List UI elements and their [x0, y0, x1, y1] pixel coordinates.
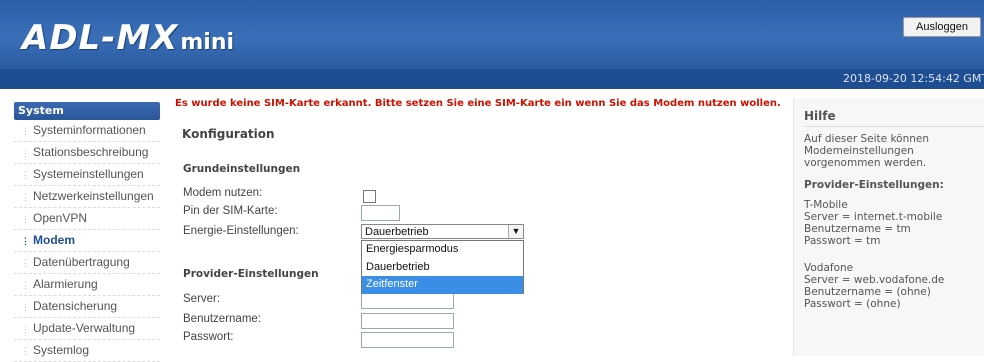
help-panel: Hilfe Auf dieser Seite können Modemeinst…	[793, 98, 984, 356]
bullet-icon: ⋮	[21, 324, 30, 334]
app-header: ADL-MXmini Ausloggen	[0, 0, 984, 69]
adl-mx-logo: ADL-MXmini	[22, 18, 234, 63]
main-content: Es wurde keine SIM-Karte erkannt. Bitte …	[175, 98, 781, 348]
sidebar-item-label: Systemeinstellungen	[33, 167, 144, 181]
sidebar-item-systemeinstellungen[interactable]: ⋮ Systemeinstellungen	[14, 164, 160, 186]
help-line: Server = internet.t-mobile	[804, 211, 943, 223]
energy-settings-select[interactable]: Dauerbetrieb ▼	[361, 224, 524, 239]
bullet-icon: ⋮	[21, 148, 30, 158]
sidebar-item-label: Modem	[33, 233, 75, 247]
help-intro: Auf dieser Seite können Modemeinstellung…	[804, 133, 930, 169]
sidebar-title: System	[14, 102, 160, 120]
bullet-icon: ⋮	[21, 258, 30, 268]
bullet-icon: ⋮	[21, 346, 30, 356]
datetime-display: 2018-09-20 12:54:42 GMT-1	[842, 72, 984, 85]
sidebar-item-stationsbeschreibung[interactable]: ⋮ Stationsbeschreibung	[14, 142, 160, 164]
sidebar-item-label: Datenübertragung	[33, 255, 130, 269]
sidebar-item-datenuebertragung[interactable]: ⋮ Datenübertragung	[14, 252, 160, 274]
bullet-icon: ⋮	[21, 126, 30, 136]
bullet-icon: ⋮	[21, 302, 30, 312]
sidebar-item-label: OpenVPN	[33, 211, 88, 225]
username-input[interactable]	[361, 313, 454, 329]
energy-settings-label: Energie-Einstellungen:	[183, 225, 299, 237]
help-vodafone: Vodafone Server = web.vodafone.de Benutz…	[804, 262, 984, 310]
sidebar-item-modem[interactable]: ⋮ Modem	[14, 230, 160, 252]
help-line: Passwort = (ohne)	[804, 298, 901, 310]
energy-selected-value: Dauerbetrieb	[365, 226, 429, 238]
help-line: Benutzername = (ohne)	[804, 286, 931, 298]
help-provider-title: Provider-Einstellungen:	[804, 179, 944, 191]
sidebar-item-label: Alarmierung	[33, 277, 98, 291]
sidebar-item-openvpn[interactable]: ⋮ OpenVPN	[14, 208, 160, 230]
sidebar-item-label: Datensicherung	[33, 299, 118, 313]
section-title-basic: Grundeinstellungen	[183, 163, 301, 175]
sidebar-item-label: Systemlog	[33, 343, 90, 357]
server-input[interactable]	[361, 294, 454, 309]
logo-sub-text: mini	[180, 30, 235, 55]
chevron-down-icon[interactable]: ▼	[508, 225, 523, 238]
option-dauerbetrieb[interactable]: Dauerbetrieb	[362, 259, 523, 277]
option-energiesparmodus[interactable]: Energiesparmodus	[362, 241, 523, 259]
option-zeitfenster[interactable]: Zeitfenster	[362, 276, 523, 294]
help-line: T-Mobile	[804, 199, 848, 211]
sim-pin-input[interactable]	[361, 205, 400, 221]
sidebar-item-alarmierung[interactable]: ⋮ Alarmierung	[14, 274, 160, 296]
sidebar-item-label: Netzwerkeinstellungen	[33, 189, 154, 203]
help-line: Passwort = tm	[804, 235, 881, 247]
help-line: Server = web.vodafone.de	[804, 274, 945, 286]
bullet-icon: ⋮	[21, 280, 30, 290]
server-label: Server:	[183, 293, 221, 305]
sidebar-item-systemlog[interactable]: ⋮ Systemlog	[14, 340, 160, 362]
sim-error-message: Es wurde keine SIM-Karte erkannt. Bitte …	[175, 98, 781, 109]
sidebar-nav: System ⋮ Systeminformationen ⋮ Stationsbes…	[14, 102, 160, 362]
sidebar-item-update-verwaltung[interactable]: ⋮ Update-Verwaltung	[14, 318, 160, 340]
sidebar-item-label: Update-Verwaltung	[33, 321, 136, 335]
modem-use-checkbox[interactable]	[363, 190, 376, 203]
bullet-icon: ⋮	[21, 192, 30, 202]
logo-main-text: ADL-MX	[22, 18, 179, 58]
logout-button[interactable]: Ausloggen	[903, 17, 981, 37]
bullet-icon: ⋮	[21, 170, 30, 180]
help-tmobile: T-Mobile Server = internet.t-mobile Benu…	[804, 199, 984, 247]
sidebar-item-label: Stationsbeschreibung	[33, 145, 149, 159]
sidebar-item-netzwerkeinstellungen[interactable]: ⋮ Netzwerkeinstellungen	[14, 186, 160, 208]
section-title-provider: Provider-Einstellungen	[183, 268, 319, 280]
date-bar: 2018-09-20 12:54:42 GMT-1	[0, 69, 984, 89]
password-label: Passwort:	[183, 331, 234, 343]
energy-options-dropdown: Energiesparmodus Dauerbetrieb Zeitfenste…	[361, 240, 524, 294]
bullet-icon: ⋮	[21, 236, 30, 246]
help-title: Hilfe	[804, 109, 984, 127]
sidebar-item-datensicherung[interactable]: ⋮ Datensicherung	[14, 296, 160, 318]
password-input[interactable]	[361, 332, 454, 348]
help-line: Benutzername = tm	[804, 223, 911, 235]
modem-use-label: Modem nutzen:	[183, 187, 263, 199]
help-line: Vodafone	[804, 262, 854, 274]
sim-pin-label: Pin der SIM-Karte:	[183, 205, 278, 217]
page-title: Konfiguration	[182, 127, 275, 141]
sidebar-item-systeminformationen[interactable]: ⋮ Systeminformationen	[14, 120, 160, 142]
username-label: Benutzername:	[183, 313, 261, 325]
bullet-icon: ⋮	[21, 214, 30, 224]
sidebar-item-label: Systeminformationen	[33, 123, 146, 137]
